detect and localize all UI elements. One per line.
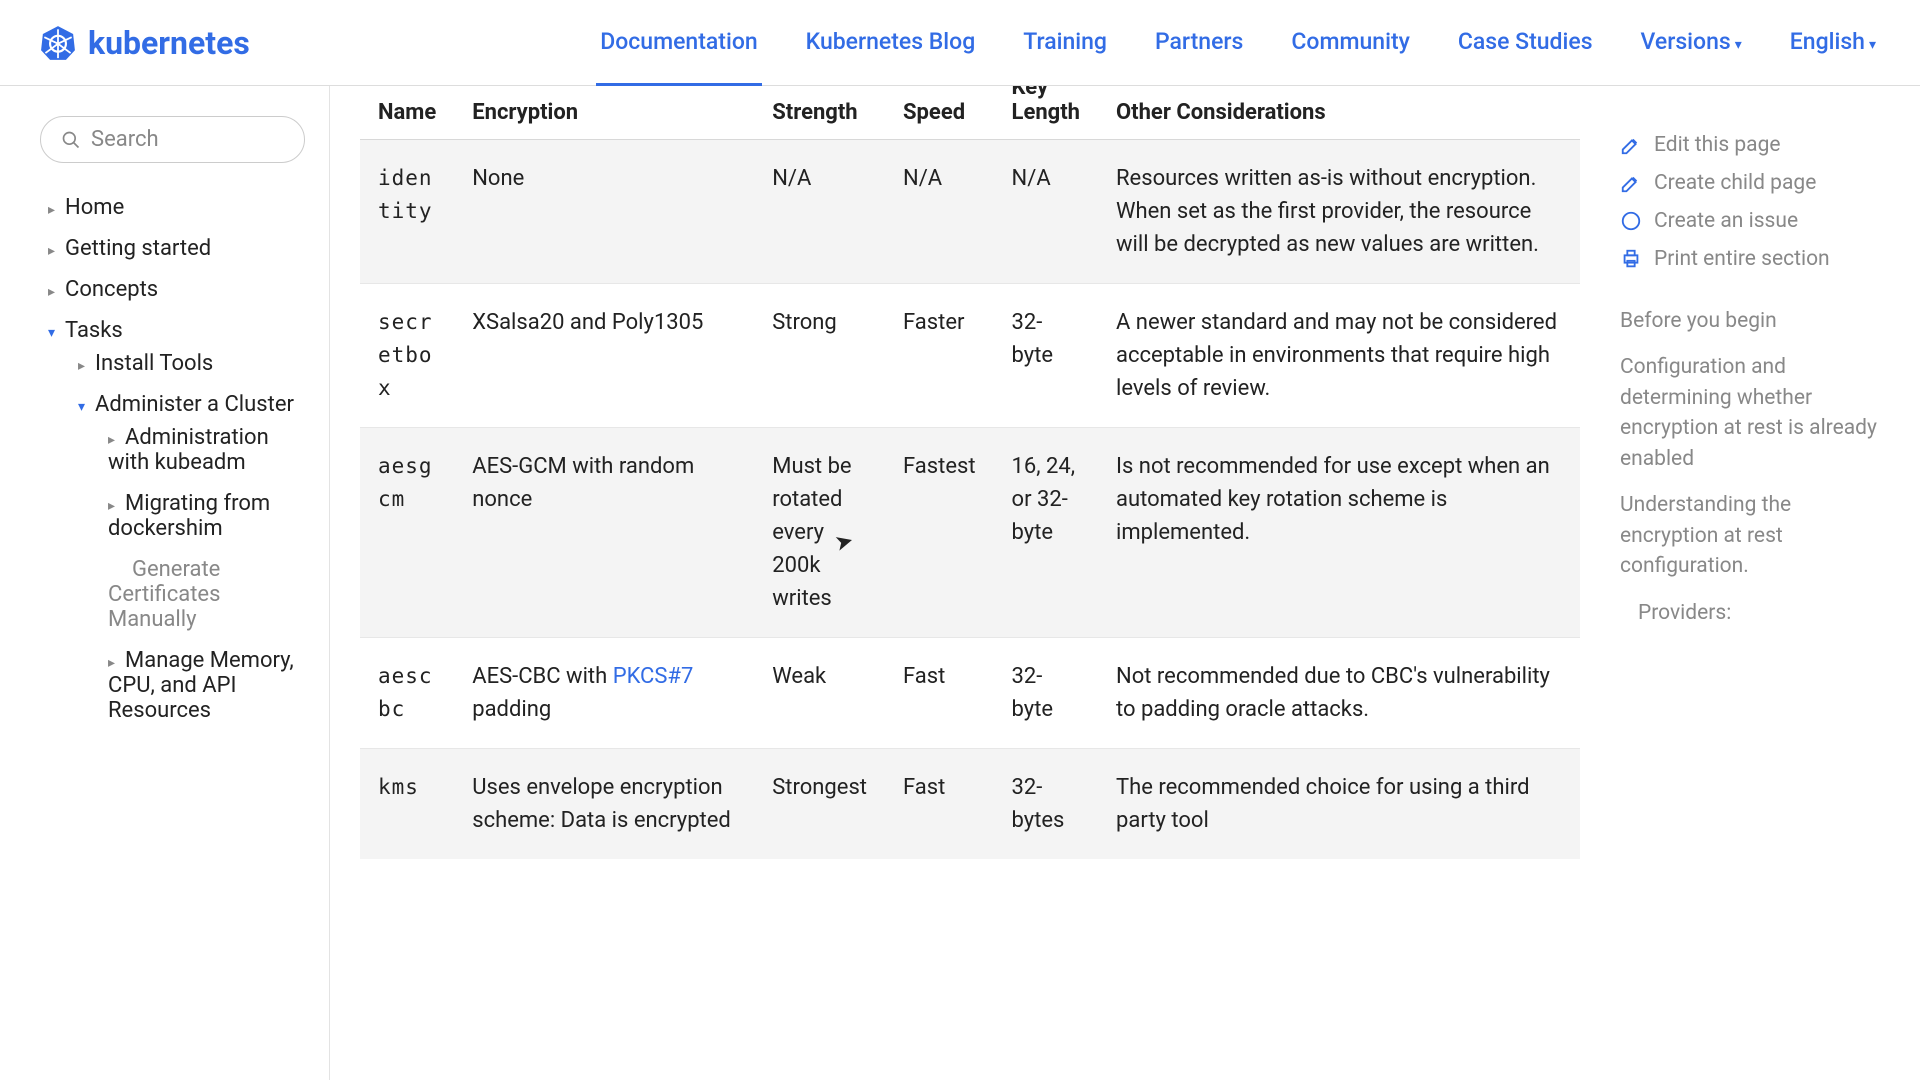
toc-understanding[interactable]: Understanding the encryption at rest con… [1620, 482, 1890, 589]
col-key-length: KeyLength [994, 86, 1098, 140]
search-icon [61, 130, 81, 150]
search-input[interactable]: Search [40, 116, 305, 163]
search-placeholder: Search [91, 127, 159, 152]
col-speed: Speed [885, 86, 994, 140]
nav-community[interactable]: Community [1287, 0, 1414, 86]
pencil-icon [1620, 134, 1642, 156]
toc-providers[interactable]: Providers: [1620, 590, 1890, 636]
print-section-link[interactable]: Print entire section [1620, 240, 1890, 278]
sidebar-item-admin-kubeadm[interactable]: Administration with kubeadm [100, 417, 305, 483]
create-child-link[interactable]: Create child page [1620, 164, 1890, 202]
nav-language-dropdown[interactable]: English [1786, 0, 1880, 86]
sidebar-item-gen-cert[interactable]: Generate Certificates Manually [100, 549, 305, 640]
nav-partners[interactable]: Partners [1151, 0, 1247, 86]
github-icon [1620, 210, 1642, 232]
sidebar-item-getting-started[interactable]: Getting started [40, 228, 305, 269]
table-row-secretbox: secretbox XSalsa20 and Poly1305 Strong F… [360, 284, 1580, 428]
nav-training[interactable]: Training [1019, 0, 1111, 86]
sidebar-item-tasks[interactable]: Tasks Install Tools Administer a Cluster… [40, 310, 305, 747]
toc-config[interactable]: Configuration and determining whether en… [1620, 344, 1890, 482]
sidebar: Search Home Getting started Concepts Tas… [0, 86, 330, 1080]
brand-logo[interactable]: kubernetes [40, 24, 250, 62]
pencil-icon [1620, 172, 1642, 194]
sidebar-item-administer-cluster[interactable]: Administer a Cluster Administration with… [70, 384, 305, 739]
sidebar-item-manage-memory[interactable]: Manage Memory, CPU, and API Resources [100, 640, 305, 731]
col-other: Other Considerations [1098, 86, 1580, 140]
pkcs7-link[interactable]: PKCS#7 [613, 664, 694, 689]
nav-blog[interactable]: Kubernetes Blog [802, 0, 980, 86]
sidebar-item-home[interactable]: Home [40, 187, 305, 228]
table-row-kms: kms Uses envelope encryption scheme: Dat… [360, 749, 1580, 860]
right-column: Edit this page Create child page Create … [1610, 86, 1920, 1080]
table-of-contents: Before you begin Configuration and deter… [1620, 298, 1890, 636]
table-row-aesgcm: aesgcm AES-GCM with random nonce Must be… [360, 428, 1580, 638]
col-strength: Strength [754, 86, 885, 140]
sidebar-item-install-tools[interactable]: Install Tools [70, 343, 305, 384]
create-issue-link[interactable]: Create an issue [1620, 202, 1890, 240]
sidebar-item-concepts[interactable]: Concepts [40, 269, 305, 310]
main-content: Name Encryption Strength Speed KeyLength… [330, 86, 1610, 1080]
toc-before[interactable]: Before you begin [1620, 298, 1890, 344]
brand-name: kubernetes [88, 24, 250, 62]
col-name: Name [360, 86, 454, 140]
nav-documentation[interactable]: Documentation [596, 0, 761, 86]
providers-table: Name Encryption Strength Speed KeyLength… [360, 86, 1580, 859]
edit-page-link[interactable]: Edit this page [1620, 126, 1890, 164]
col-encryption: Encryption [454, 86, 754, 140]
table-row-aescbc: aescbc AES-CBC with PKCS#7 padding Weak … [360, 638, 1580, 749]
table-row-identity: identity None N/A N/A N/A Resources writ… [360, 140, 1580, 284]
print-icon [1620, 248, 1642, 270]
nav-case-studies[interactable]: Case Studies [1454, 0, 1597, 86]
nav-versions-dropdown[interactable]: Versions [1637, 0, 1746, 86]
sidebar-item-migrating[interactable]: Migrating from dockershim [100, 483, 305, 549]
kubernetes-icon [40, 25, 76, 61]
